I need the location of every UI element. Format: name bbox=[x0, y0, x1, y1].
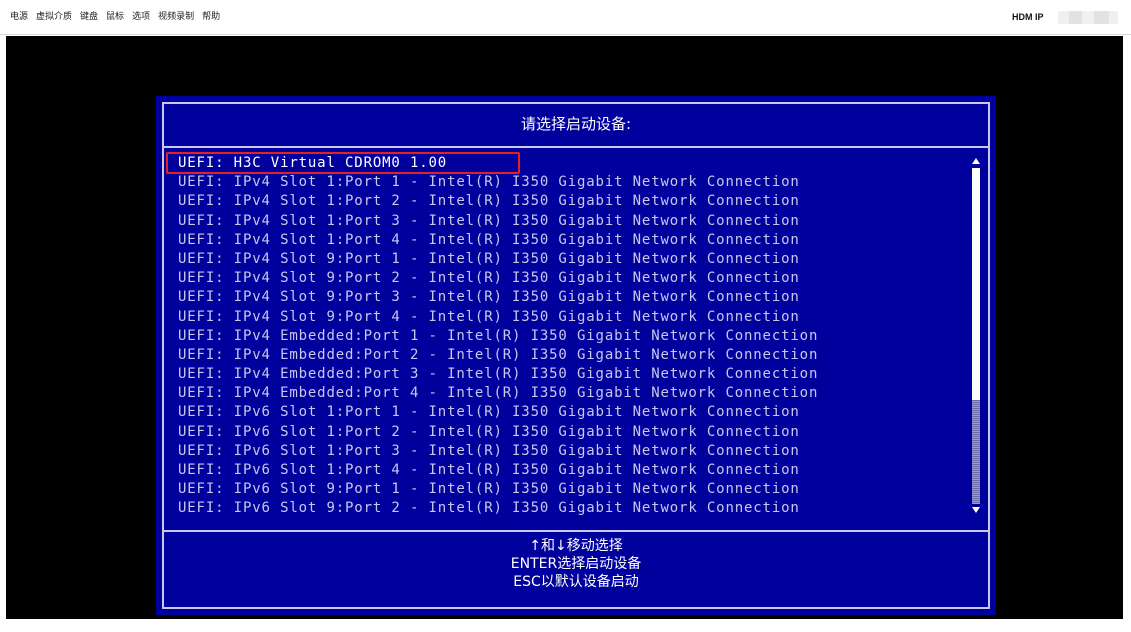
boot-device-dialog: 请选择启动设备: UEFI: H3C Virtual CDROM0 1.00 UE… bbox=[156, 96, 996, 615]
boot-device-item[interactable]: UEFI: IPv4 Slot 9:Port 4 - Intel(R) I350… bbox=[174, 308, 970, 327]
hdm-ip-label: HDM IP bbox=[1012, 12, 1044, 22]
boot-device-item[interactable]: UEFI: IPv6 Slot 1:Port 1 - Intel(R) I350… bbox=[174, 403, 970, 422]
menu-items: 电源 虚拟介质 键盘 鼠标 选项 视频录制 帮助 bbox=[10, 11, 220, 23]
selection-highlight-box bbox=[166, 152, 520, 174]
dialog-help-text: ↑和↓移动选择 ENTER选择启动设备 ESC以默认设备启动 bbox=[156, 537, 996, 591]
menu-mouse[interactable]: 鼠标 bbox=[106, 11, 124, 23]
menu-keyboard[interactable]: 键盘 bbox=[80, 11, 98, 23]
kvm-menubar: 电源 虚拟介质 键盘 鼠标 选项 视频录制 帮助 HDM IP bbox=[0, 0, 1131, 35]
footer-divider bbox=[162, 530, 990, 532]
boot-device-item[interactable]: UEFI: IPv6 Slot 9:Port 1 - Intel(R) I350… bbox=[174, 480, 970, 499]
title-divider bbox=[162, 146, 990, 148]
boot-device-item[interactable]: UEFI: IPv6 Slot 9:Port 2 - Intel(R) I350… bbox=[174, 499, 970, 518]
help-navigate: ↑和↓移动选择 bbox=[529, 538, 623, 554]
boot-device-item[interactable]: UEFI: IPv4 Slot 1:Port 4 - Intel(R) I350… bbox=[174, 231, 970, 250]
scroll-thumb[interactable] bbox=[972, 168, 980, 400]
boot-device-item[interactable]: UEFI: IPv4 Embedded:Port 1 - Intel(R) I3… bbox=[174, 327, 970, 346]
boot-device-list[interactable]: UEFI: H3C Virtual CDROM0 1.00 UEFI: IPv4 … bbox=[174, 154, 970, 519]
boot-device-item[interactable]: UEFI: IPv6 Slot 1:Port 2 - Intel(R) I350… bbox=[174, 423, 970, 442]
menu-help[interactable]: 帮助 bbox=[202, 11, 220, 23]
boot-device-item[interactable]: UEFI: IPv6 Slot 1:Port 4 - Intel(R) I350… bbox=[174, 461, 970, 480]
boot-device-item[interactable]: UEFI: IPv4 Slot 9:Port 2 - Intel(R) I350… bbox=[174, 269, 970, 288]
boot-device-item[interactable]: UEFI: IPv4 Slot 9:Port 1 - Intel(R) I350… bbox=[174, 250, 970, 269]
menu-video-recording[interactable]: 视频录制 bbox=[158, 11, 194, 23]
scrollbar[interactable] bbox=[970, 158, 982, 514]
boot-device-item[interactable]: UEFI: IPv4 Embedded:Port 2 - Intel(R) I3… bbox=[174, 346, 970, 365]
menu-options[interactable]: 选项 bbox=[132, 11, 150, 23]
hdm-ip-value-redacted bbox=[1058, 11, 1118, 24]
boot-device-item[interactable]: UEFI: IPv4 Embedded:Port 3 - Intel(R) I3… bbox=[174, 365, 970, 384]
scroll-up-arrow-icon[interactable] bbox=[972, 158, 980, 164]
scroll-down-arrow-icon[interactable] bbox=[972, 507, 980, 513]
boot-device-item[interactable]: UEFI: IPv4 Slot 9:Port 3 - Intel(R) I350… bbox=[174, 288, 970, 307]
boot-device-item[interactable]: UEFI: IPv6 Slot 1:Port 3 - Intel(R) I350… bbox=[174, 442, 970, 461]
menu-power[interactable]: 电源 bbox=[10, 11, 28, 23]
boot-device-item[interactable]: UEFI: IPv4 Slot 1:Port 1 - Intel(R) I350… bbox=[174, 173, 970, 192]
menu-virtual-media[interactable]: 虚拟介质 bbox=[36, 11, 72, 23]
boot-device-item[interactable]: UEFI: IPv4 Slot 1:Port 2 - Intel(R) I350… bbox=[174, 192, 970, 211]
dialog-title: 请选择启动设备: bbox=[520, 115, 632, 133]
boot-device-item[interactable]: UEFI: IPv4 Embedded:Port 4 - Intel(R) I3… bbox=[174, 384, 970, 403]
help-enter: ENTER选择启动设备 bbox=[510, 556, 642, 572]
boot-device-item[interactable]: UEFI: IPv4 Slot 1:Port 3 - Intel(R) I350… bbox=[174, 212, 970, 231]
help-esc: ESC以默认设备启动 bbox=[513, 574, 639, 590]
